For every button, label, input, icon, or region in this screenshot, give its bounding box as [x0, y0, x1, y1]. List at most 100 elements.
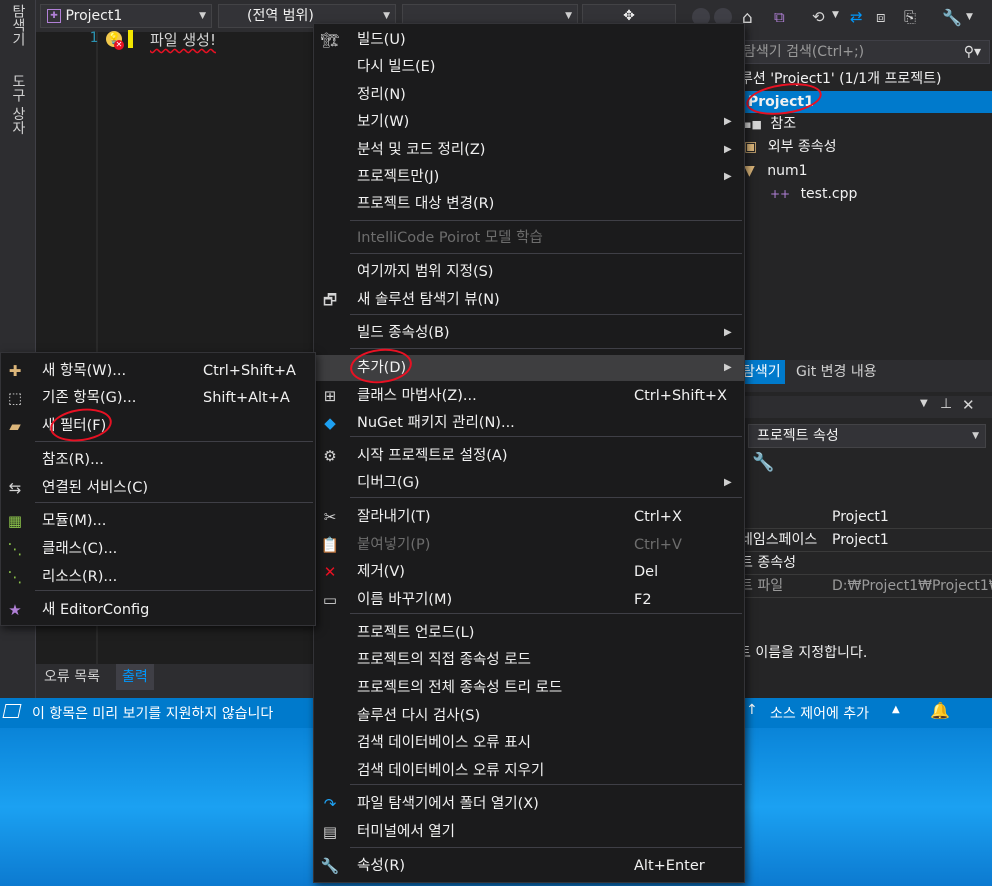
menu-item[interactable]: ↷ 파일 탐색기에서 폴더 열기(X): [314, 791, 744, 817]
menu-item[interactable]: 프로젝트만(J) ▶: [314, 164, 744, 190]
tab-error-list[interactable]: 오류 목록: [38, 664, 106, 690]
source-control-button[interactable]: 소스 제어에 추가: [770, 703, 869, 723]
submenu-item[interactable]: ⋱ 리소스(R)...: [1, 564, 315, 590]
property-key: 트 종속성: [740, 555, 796, 571]
menu-item-label: 디버그(G): [357, 475, 420, 491]
menu-item[interactable]: ⚙ 시작 프로젝트로 설정(A): [314, 443, 744, 469]
menu-separator: [35, 590, 313, 591]
tab-output[interactable]: 출력: [116, 664, 154, 690]
menu-item[interactable]: 프로젝트 언로드(L): [314, 620, 744, 646]
property-pages-wrench-icon[interactable]: 🔧: [752, 452, 774, 473]
solution-explorer-vertical-tab[interactable]: 탐색기: [6, 4, 28, 46]
property-key: 네임스페이스: [740, 532, 818, 548]
menu-item[interactable]: ▤ 터미널에서 열기: [314, 819, 744, 845]
menu-item-shortcut: Ctrl+Shift+X: [634, 388, 727, 404]
chevron-down-icon[interactable]: ▼: [966, 12, 973, 22]
menu-separator: [350, 784, 742, 785]
menu-item[interactable]: ✕ 제거(V) Del: [314, 559, 744, 585]
menu-item-label: 파일 탐색기에서 폴더 열기(X): [357, 796, 539, 812]
tree-solution-label: 루션 'Project1' (1/1개 프로젝트): [740, 71, 942, 87]
menu-item[interactable]: 프로젝트의 전체 종속성 트리 로드: [314, 675, 744, 701]
menu-item-label: 빌드(U): [357, 32, 406, 48]
menu-separator: [350, 220, 742, 221]
search-icon[interactable]: ⚲▾: [964, 41, 981, 63]
submenu-item[interactable]: ⇆ 연결된 서비스(C): [1, 475, 315, 501]
submenu-arrow-icon: ▶: [724, 477, 732, 488]
rename-icon: ▭: [322, 591, 338, 609]
caret-up-icon: ▲: [892, 704, 900, 715]
tree-filter-num1-label: num1: [767, 163, 808, 179]
tree-external-deps[interactable]: ▣ 외부 종속성: [744, 136, 992, 158]
menu-item[interactable]: 다시 빌드(E): [314, 54, 744, 80]
menu-item[interactable]: ⊞ 클래스 마법사(Z)... Ctrl+Shift+X: [314, 383, 744, 409]
submenu-arrow-icon: ▶: [724, 362, 732, 373]
menu-item[interactable]: 디버그(G) ▶: [314, 470, 744, 496]
property-key: 트 파일: [740, 578, 784, 594]
menu-item[interactable]: 🏗 빌드(U): [314, 27, 744, 53]
menu-item[interactable]: ✂ 잘라내기(T) Ctrl+X: [314, 504, 744, 530]
wrench-icon[interactable]: 🔧: [942, 8, 962, 27]
menu-item-label: 보기(W): [357, 114, 410, 130]
submenu-item-label: 기존 항목(G)...: [42, 390, 137, 406]
menu-item[interactable]: 🔧 속성(R) Alt+Enter: [314, 853, 744, 879]
scissors-icon: ✂: [323, 508, 337, 526]
bell-icon[interactable]: 🔔: [930, 701, 950, 720]
class-wizard-icon: ⊞: [323, 387, 337, 405]
menu-item-label: 이름 바꾸기(M): [357, 592, 453, 608]
submenu-item[interactable]: ⬚ 기존 항목(G)... Shift+Alt+A: [1, 385, 315, 411]
menu-item[interactable]: 분석 및 코드 정리(Z) ▶: [314, 137, 744, 163]
menu-item-shortcut: Alt+Enter: [634, 858, 705, 874]
module-icon: ▦: [7, 512, 23, 530]
close-icon[interactable]: ✕: [962, 396, 975, 414]
submenu-item[interactable]: ✚ 새 항목(W)... Ctrl+Shift+A: [1, 358, 315, 384]
submenu-item[interactable]: 참조(R)...: [1, 447, 315, 473]
gear-icon: ⚙: [323, 447, 337, 465]
chevron-down-icon[interactable]: ▼: [920, 398, 928, 409]
menu-item-label: 검색 데이터베이스 오류 표시: [357, 735, 531, 751]
properties-object-combo[interactable]: 프로젝트 속성 ▼: [748, 424, 986, 448]
submenu-item[interactable]: ▦ 모듈(M)...: [1, 508, 315, 534]
menu-item[interactable]: 정리(N): [314, 82, 744, 108]
tab-git-changes[interactable]: Git 변경 내용: [796, 360, 877, 384]
toolbox-vertical-tab[interactable]: 도구 상자: [6, 74, 28, 134]
submenu-item-label: 참조(R)...: [42, 452, 104, 468]
build-icon: 🏗: [320, 31, 340, 49]
submenu-item[interactable]: ▰ 새 필터(F): [1, 413, 315, 439]
menu-item[interactable]: 솔루션 다시 검사(S): [314, 703, 744, 729]
new-filter-icon: ▰: [9, 417, 21, 435]
code-text[interactable]: 파일 생성!: [150, 29, 216, 50]
new-view-icon: 🗗: [322, 291, 338, 309]
submenu-item-shortcut: Shift+Alt+A: [203, 390, 290, 406]
menu-item[interactable]: 🗗 새 솔루션 탐색기 뷰(N): [314, 287, 744, 313]
menu-item[interactable]: 프로젝트 대상 변경(R): [314, 191, 744, 217]
pin-icon[interactable]: ⊥: [940, 396, 952, 412]
menu-item[interactable]: 빌드 종속성(B) ▶: [314, 320, 744, 346]
menu-item[interactable]: ▭ 이름 바꾸기(M) F2: [314, 587, 744, 613]
status-message: 이 항목은 미리 보기를 지원하지 않습니다: [32, 706, 274, 722]
tree-file-test[interactable]: ++ test.cpp: [770, 183, 992, 205]
chevron-down-icon[interactable]: ▼: [832, 10, 839, 20]
menu-item-shortcut: Ctrl+V: [634, 537, 682, 553]
submenu-item[interactable]: ⋱ 클래스(C)...: [1, 536, 315, 562]
solution-search-input[interactable]: 탐색기 검색(Ctrl+;) ⚲▾: [740, 40, 990, 64]
collapse-all-icon[interactable]: ⧈: [876, 8, 886, 26]
menu-item[interactable]: 프로젝트의 직접 종속성 로드: [314, 647, 744, 673]
connected-service-icon: ⇆: [8, 479, 22, 497]
history-icon[interactable]: ⟲: [812, 8, 825, 26]
menu-separator: [350, 314, 742, 315]
menu-item[interactable]: 보기(W) ▶: [314, 109, 744, 135]
menu-item[interactable]: 검색 데이터베이스 오류 표시: [314, 730, 744, 756]
submenu-item[interactable]: ★ 새 EditorConfig: [1, 597, 315, 623]
menu-item[interactable]: 검색 데이터베이스 오류 지우기: [314, 758, 744, 784]
cpp-file-icon: ++: [770, 187, 791, 201]
show-all-files-icon[interactable]: ⎘: [904, 8, 916, 26]
menu-item-label: 프로젝트의 전체 종속성 트리 로드: [357, 680, 563, 696]
submenu-arrow-icon: ▶: [724, 116, 732, 127]
project-combo[interactable]: ✚ Project1 ▼: [40, 4, 212, 28]
sync-icon[interactable]: ⇄: [850, 8, 863, 26]
tree-filter-num1[interactable]: ▼ num1: [744, 160, 992, 182]
menu-item[interactable]: ◆ NuGet 패키지 관리(N)...: [314, 410, 744, 436]
tree-references[interactable]: ▪■ 참조: [744, 113, 992, 135]
vs-switch-view-icon[interactable]: ⧉: [774, 8, 785, 26]
menu-item[interactable]: 여기까지 범위 지정(S): [314, 259, 744, 285]
